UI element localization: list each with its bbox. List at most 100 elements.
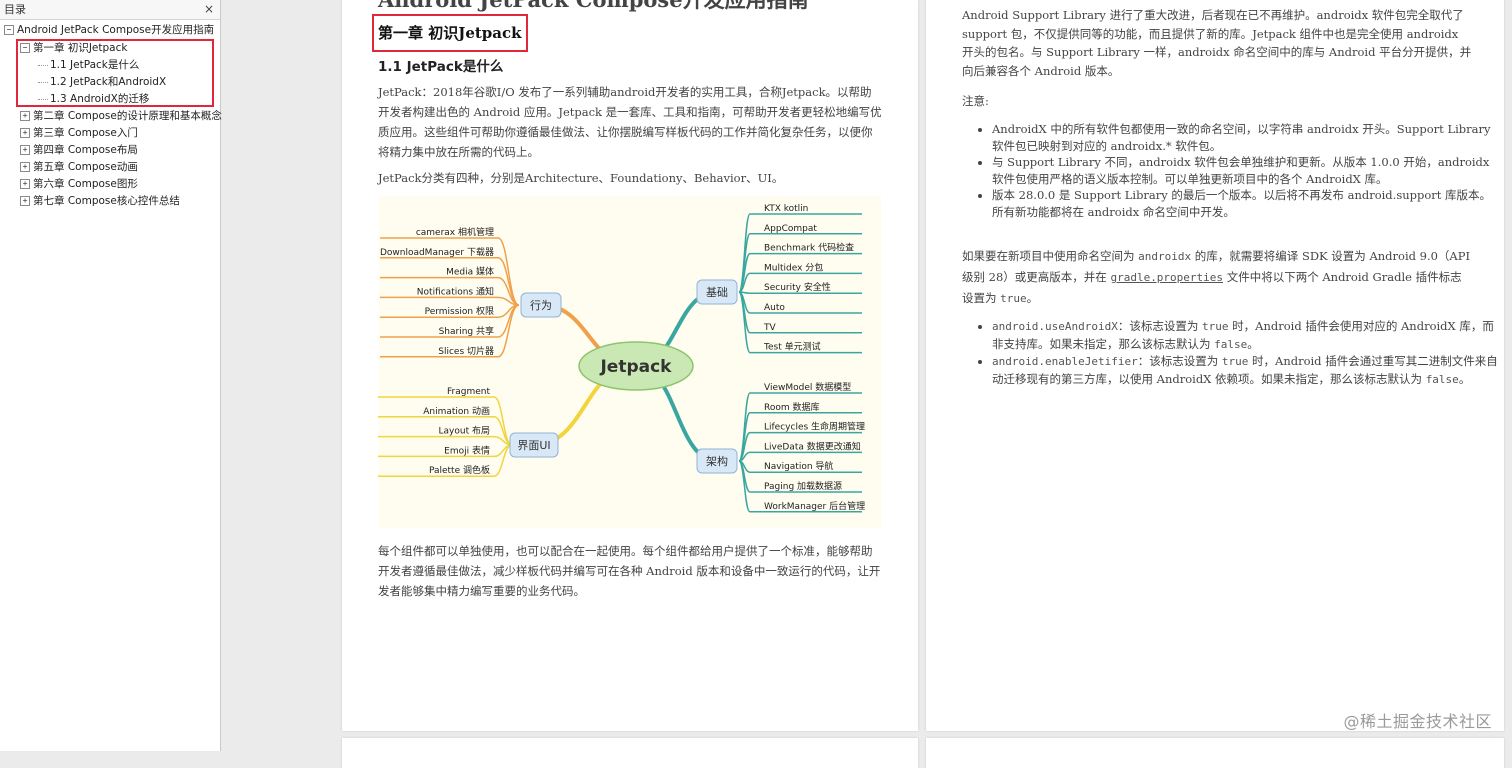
tree-connector	[38, 64, 48, 66]
expand-icon[interactable]: +	[20, 128, 30, 138]
text: ：该标志设置为	[1117, 319, 1202, 333]
document-page-right: Android Support Library 进行了重大改进，后者现在已不再维…	[926, 0, 1504, 731]
mindmap-item-label: Notifications 通知	[417, 285, 494, 297]
inline-code: android.useAndroidX	[992, 320, 1118, 333]
list-item: 版本 28.0.0 是 Support Library 的最后一个版本。以后将不…	[992, 187, 1502, 220]
toc-item-chapter-7[interactable]: + 第七章 Compose核心控件总结	[20, 193, 180, 210]
chapter-title: 第一章 初识Jetpack	[372, 14, 528, 52]
paragraph-categories: JetPack分类有四种，分别是Architecture、Foundationy…	[378, 171, 784, 185]
toc-item-chapter-2[interactable]: + 第二章 Compose的设计原理和基本概念	[20, 108, 222, 125]
toc-item-chapter-5[interactable]: + 第五章 Compose动画	[20, 159, 138, 176]
toc-item-chapter-1[interactable]: − 第一章 初识Jetpack	[20, 40, 127, 57]
inline-code: true	[1000, 292, 1027, 305]
toc-item-chapter-4[interactable]: + 第四章 Compose布局	[20, 142, 138, 159]
mindmap-branch-label: 行为	[530, 299, 552, 312]
jetpack-mindmap: camerax 相机管理 DownloadManager 下载器 Media 媒体 N…	[378, 196, 881, 528]
toc-item-chapter-6[interactable]: + 第六章 Compose图形	[20, 176, 138, 193]
toc-item-label: 第七章 Compose核心控件总结	[33, 195, 180, 207]
mindmap-item-label: Benchmark 代码检查	[764, 242, 854, 254]
text: ：该标志设置为	[1137, 354, 1222, 368]
toc-root[interactable]: − Android JetPack Compose开发应用指南	[4, 22, 214, 39]
page-heading-cut: Android JetPack Compose开发应用指南	[378, 0, 809, 14]
expand-icon[interactable]: +	[20, 179, 30, 189]
gradle-properties-link[interactable]: gradle.properties	[1110, 271, 1223, 284]
toc-header-title: 目录	[4, 3, 26, 16]
mindmap-item-label: LiveData 数据更改通知	[764, 440, 861, 452]
paragraph-components: 每个组件都可以单独使用，也可以配合在一起使用。每个组件都给用户提供了一个标准，能…	[378, 544, 881, 598]
mindmap-item-label: Multidex 分包	[764, 261, 823, 273]
document-page-left: Android JetPack Compose开发应用指南 第一章 初识Jetp…	[342, 0, 918, 731]
inline-code: false	[1214, 337, 1248, 351]
mindmap-item-label: TV	[763, 323, 776, 333]
mindmap-item-link	[493, 396, 513, 446]
toc-item-label: 1.2 JetPack和AndroidX	[50, 76, 167, 88]
mindmap-center-label: Jetpack	[599, 357, 672, 377]
paragraph-androidx: Android Support Library 进行了重大改进，后者现在已不再维…	[962, 8, 1472, 78]
mindmap-item-label: Layout 布局	[439, 425, 490, 437]
mindmap-item-label: Sharing 共享	[439, 325, 494, 337]
mindmap-item-label: KTX kotlin	[764, 204, 808, 214]
mindmap-item-link	[738, 460, 751, 513]
toc-sidebar: 目录 × − Android JetPack Compose开发应用指南 − 第一章…	[0, 0, 222, 751]
mindmap-item-label: Media 媒体	[446, 266, 494, 278]
inline-code: true	[1202, 320, 1229, 333]
toc-item-label: 第一章 初识Jetpack	[33, 42, 128, 54]
watermark: @稀土掘金技术社区	[1343, 712, 1492, 731]
document-page-next-right	[926, 738, 1504, 768]
toc-item-1-2[interactable]: 1.2 JetPack和AndroidX	[38, 74, 166, 91]
document-page-next-left	[342, 738, 918, 768]
mindmap-item-label: AppCompat	[764, 224, 817, 234]
mindmap-item-label: Security 安全性	[764, 281, 831, 293]
collapse-icon[interactable]: −	[4, 25, 14, 35]
inline-code: android.enableJetifier	[992, 355, 1138, 368]
list-item: AndroidX 中的所有软件包都使用一致的命名空间，以字符串 androidx…	[992, 121, 1502, 154]
expand-icon[interactable]: +	[20, 162, 30, 172]
toc-item-label: 1.1 JetPack是什么	[50, 59, 140, 71]
text: 如果要在新项目中使用命名空间为	[962, 249, 1139, 263]
toc-item-label: 1.3 AndroidX的迁移	[50, 93, 150, 105]
toc-header: 目录 ×	[0, 0, 220, 20]
section-title: 1.1 JetPack是什么	[378, 59, 504, 75]
text: 。	[1247, 336, 1259, 351]
flags-list: android.useAndroidX：该标志设置为 true 时，Androi…	[962, 318, 1502, 388]
mindmap-item-label: Animation 动画	[423, 406, 490, 417]
toc-root-label: Android JetPack Compose开发应用指南	[17, 24, 215, 36]
mindmap-item-label: DownloadManager 下载器	[380, 246, 494, 258]
mindmap-branch-label: 架构	[706, 454, 728, 468]
inline-code: false	[1425, 372, 1459, 386]
text: 。	[1458, 371, 1471, 386]
tree-connector	[38, 98, 48, 100]
toc-item-label: 第二章 Compose的设计原理和基本概念	[33, 110, 222, 122]
toc-item-1-3[interactable]: 1.3 AndroidX的迁移	[38, 91, 149, 108]
mindmap-item-label: Navigation 导航	[764, 460, 833, 472]
mindmap-item-label: Room 数据库	[764, 401, 820, 413]
expand-icon[interactable]: +	[20, 145, 30, 155]
paragraph-gradle: 如果要在新项目中使用命名空间为 androidx 的库，就需要将编译 SDK 设…	[962, 246, 1472, 309]
mindmap-item-link	[497, 237, 520, 306]
tree-connector	[38, 81, 48, 83]
list-item: android.useAndroidX：该标志设置为 true 时，Androi…	[992, 318, 1502, 353]
toc-item-label: 第六章 Compose图形	[33, 178, 138, 190]
note-label: 注意:	[962, 94, 989, 108]
mindmap-item-label: camerax 相机管理	[416, 226, 494, 238]
mindmap-item-label: ViewModel 数据模型	[764, 381, 851, 393]
list-item: android.enableJetifier：该标志设置为 true 时，And…	[992, 353, 1502, 388]
notes-list: AndroidX 中的所有软件包都使用一致的命名空间，以字符串 androidx…	[962, 121, 1502, 220]
mindmap-item-label: WorkManager 后台管理	[764, 500, 865, 512]
mindmap-item-label: Slices 切片器	[438, 345, 494, 357]
mindmap-branch-label: 基础	[706, 286, 728, 299]
inline-code: true	[1221, 355, 1249, 368]
toc-item-chapter-3[interactable]: + 第三章 Compose入门	[20, 125, 138, 142]
text: 。	[1026, 291, 1039, 305]
close-icon[interactable]: ×	[204, 0, 214, 19]
toc-item-1-1[interactable]: 1.1 JetPack是什么	[38, 57, 139, 74]
paragraph-intro: JetPack：2018年谷歌I/O 发布了一系列辅助android开发者的实用…	[378, 85, 882, 159]
mindmap-item-label: Auto	[764, 303, 785, 313]
collapse-icon[interactable]: −	[20, 43, 30, 53]
mindmap-item-label: Palette 调色板	[429, 464, 490, 476]
mindmap-item-label: Emoji 表情	[444, 444, 490, 456]
mindmap-item-link	[738, 392, 751, 462]
mindmap-branch-label: 界面UI	[517, 439, 550, 452]
expand-icon[interactable]: +	[20, 111, 30, 121]
expand-icon[interactable]: +	[20, 196, 30, 206]
